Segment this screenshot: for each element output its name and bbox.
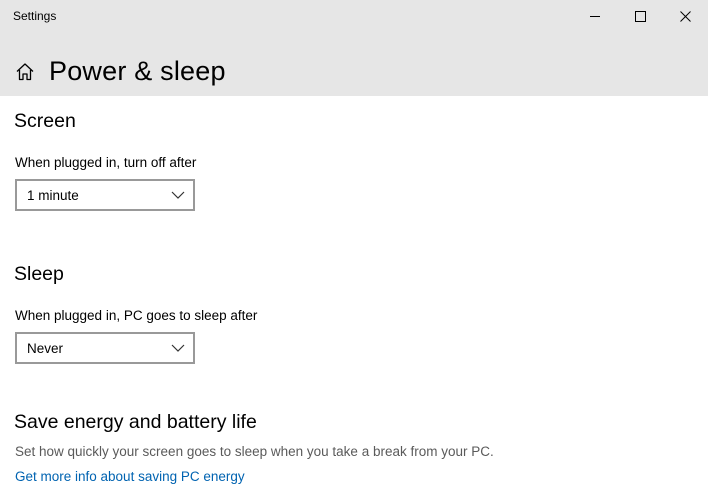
- home-button[interactable]: [15, 62, 35, 82]
- sleep-timeout-value: Never: [27, 341, 64, 356]
- close-button[interactable]: [662, 0, 708, 33]
- minimize-button[interactable]: [572, 0, 618, 33]
- minimize-icon: [589, 16, 600, 17]
- screen-timeout-label: When plugged in, turn off after: [15, 155, 197, 170]
- home-icon: [16, 63, 34, 81]
- close-icon: [679, 11, 691, 22]
- settings-window: Settings Power & sleep Screen When plugg…: [0, 0, 708, 496]
- chevron-down-icon: [171, 191, 185, 199]
- title-bar[interactable]: Settings: [0, 0, 708, 33]
- page-header: Power & sleep: [0, 33, 708, 96]
- sleep-timeout-label: When plugged in, PC goes to sleep after: [15, 308, 258, 323]
- sleep-timeout-dropdown[interactable]: Never: [15, 332, 195, 364]
- screen-timeout-dropdown[interactable]: 1 minute: [15, 179, 195, 211]
- screen-timeout-value: 1 minute: [27, 188, 79, 203]
- screen-heading: Screen: [14, 110, 76, 132]
- energy-info-link[interactable]: Get more info about saving PC energy: [15, 469, 245, 484]
- energy-heading: Save energy and battery life: [14, 411, 257, 433]
- app-title: Settings: [13, 9, 57, 23]
- page-title: Power & sleep: [49, 56, 226, 86]
- sleep-heading: Sleep: [14, 263, 64, 285]
- chevron-down-icon: [171, 344, 185, 352]
- maximize-button[interactable]: [617, 0, 663, 33]
- maximize-icon: [634, 11, 646, 22]
- energy-description: Set how quickly your screen goes to slee…: [15, 444, 494, 459]
